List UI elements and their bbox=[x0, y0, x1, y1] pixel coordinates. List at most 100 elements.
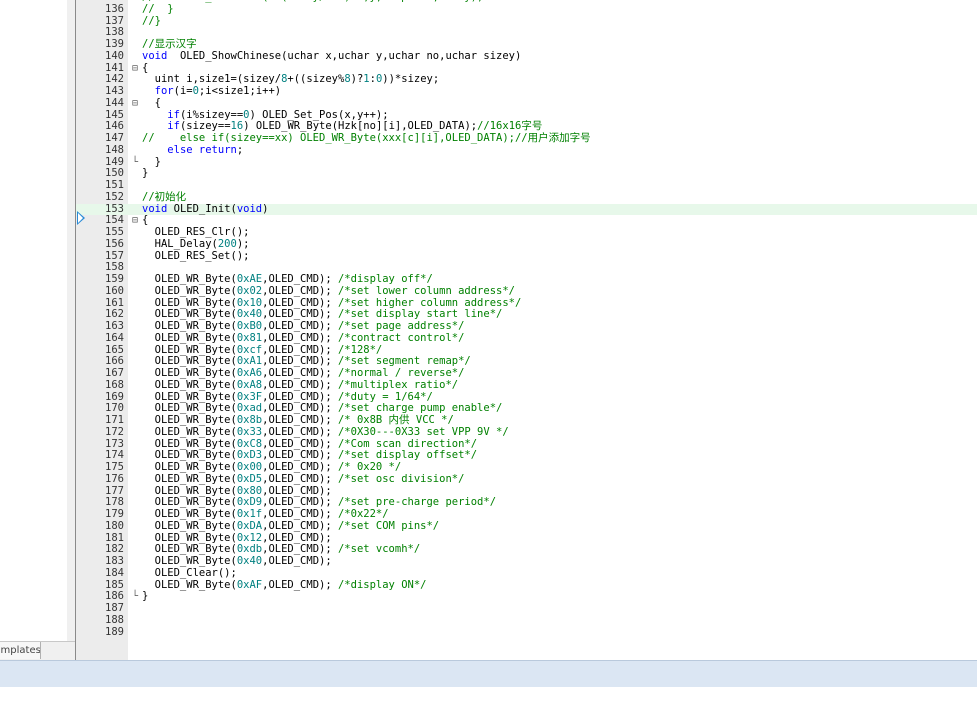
comment-token: /*set segment remap*/ bbox=[337, 355, 471, 368]
line-number: 147 bbox=[105, 132, 124, 144]
code-line[interactable]: 186 └} bbox=[76, 590, 977, 603]
line-number: 175 bbox=[105, 461, 124, 473]
comment-token: // OLED_ShowChar(x+(sizey/2+m)*t,y,temp+… bbox=[142, 0, 483, 3]
comment-token: /*set lower column address*/ bbox=[337, 284, 515, 297]
number-token: 0xcf bbox=[236, 343, 263, 356]
code-token: ; bbox=[236, 143, 244, 156]
code-line[interactable]: 185 OLED_WR_Byte(0xAF,OLED_CMD); /*displ… bbox=[76, 578, 977, 592]
comment-token: // else if(sizey==xx) OLED_WR_Byte(xxx[c… bbox=[142, 132, 591, 144]
code-text[interactable]: //} bbox=[142, 15, 161, 28]
code-token: ,OLED_CMD); bbox=[262, 425, 338, 438]
number-token: 0x81 bbox=[236, 331, 263, 344]
line-number: 140 bbox=[105, 49, 124, 62]
code-token: (i%sizey== bbox=[179, 108, 244, 121]
fold-toggle-icon: └ bbox=[131, 156, 139, 168]
keyword-token: if bbox=[167, 108, 180, 121]
code-lines[interactable]: 135// OLED_ShowChar(x+(sizey/2+m)*t,y,te… bbox=[76, 0, 977, 638]
code-token: OLED_WR_Byte( bbox=[142, 578, 237, 591]
code-token: ,OLED_CMD); bbox=[262, 484, 332, 497]
code-line[interactable]: 149 └ } bbox=[76, 156, 977, 169]
code-line[interactable]: 150} bbox=[76, 167, 977, 180]
code-text[interactable]: for(i=0;i<size1;i++) bbox=[142, 85, 281, 98]
number-token: 0x33 bbox=[236, 425, 263, 438]
number-token: 0xAF bbox=[236, 578, 263, 591]
number-token: 0xD9 bbox=[236, 496, 263, 509]
line-number: 148 bbox=[105, 143, 124, 156]
code-line[interactable]: 153 void OLED_Init(void) bbox=[76, 202, 977, 216]
code-line[interactable]: 188 bbox=[76, 613, 977, 627]
code-token: ,OLED_CMD); bbox=[262, 472, 338, 485]
current-line-arrow-icon bbox=[77, 211, 85, 225]
code-token: OLED_WR_Byte( bbox=[142, 367, 237, 379]
project-panel bbox=[0, 0, 68, 641]
line-number: 188 bbox=[105, 613, 124, 626]
tab-templates-label: Templates bbox=[0, 645, 41, 656]
code-token: ,OLED_CMD); bbox=[262, 367, 338, 379]
code-text[interactable]: OLED_RES_Set(); bbox=[142, 249, 250, 263]
code-token: ,OLED_CMD); bbox=[262, 390, 338, 403]
tab-templates[interactable]: Templates bbox=[0, 642, 41, 659]
comment-token: /*set display start line*/ bbox=[337, 308, 503, 321]
code-line[interactable]: 189 bbox=[76, 626, 977, 639]
code-line[interactable]: 136 // } bbox=[76, 3, 977, 16]
panel-splitter[interactable] bbox=[67, 0, 75, 660]
comment-token: /*display ON*/ bbox=[337, 578, 427, 591]
code-line[interactable]: 138 bbox=[76, 26, 977, 39]
fold-toggle-icon[interactable]: ⊟ bbox=[130, 98, 140, 110]
code-token: OLED_WR_Byte( bbox=[142, 472, 237, 485]
line-number: 139 bbox=[105, 38, 124, 50]
code-editor[interactable]: 135// OLED_ShowChar(x+(sizey/2+m)*t,y,te… bbox=[75, 0, 977, 660]
code-line[interactable]: 137//} bbox=[76, 15, 977, 28]
number-token: 200 bbox=[217, 237, 237, 250]
number-token: 0xA8 bbox=[236, 378, 263, 391]
line-number: 151 bbox=[105, 179, 124, 191]
number-token: 0xA6 bbox=[236, 367, 263, 379]
code-token: OLED_Init( bbox=[167, 202, 237, 215]
code-line[interactable]: 151 bbox=[76, 179, 977, 192]
number-token: 0xB0 bbox=[236, 320, 263, 332]
fold-toggle-icon[interactable]: ⊟ bbox=[130, 63, 140, 75]
number-token: 0xdb bbox=[236, 543, 263, 556]
code-line[interactable]: 140 void OLED_ShowChinese(uchar x,uchar y… bbox=[76, 49, 977, 63]
code-line[interactable]: 157 OLED_RES_Set(); bbox=[76, 249, 977, 263]
keyword-token: void bbox=[142, 49, 168, 62]
code-token: ,OLED_CMD); bbox=[262, 284, 338, 297]
footer-area bbox=[0, 687, 977, 717]
code-text[interactable]: } bbox=[142, 167, 148, 180]
line-number: 144 bbox=[105, 96, 124, 109]
line-number: 155 bbox=[105, 226, 124, 238]
code-token: OLED_WR_Byte( bbox=[142, 484, 237, 497]
number-token: 0x02 bbox=[236, 284, 263, 297]
keyword-token: for bbox=[154, 85, 174, 97]
code-token: OLED_WR_Byte( bbox=[142, 425, 237, 438]
code-text[interactable]: void OLED_Init(void) bbox=[142, 202, 268, 216]
number-token: 0xC8 bbox=[236, 437, 263, 450]
code-token: ,OLED_CMD); bbox=[262, 308, 338, 321]
code-token: OLED_WR_Byte( bbox=[142, 284, 237, 297]
code-token: OLED_WR_Byte( bbox=[142, 308, 237, 321]
code-token: ) OLED_WR_Byte(Hzk[no][i],OLED_DATA); bbox=[243, 120, 478, 133]
code-token: OLED_WR_Byte( bbox=[142, 273, 237, 285]
code-token: ,OLED_CMD); bbox=[262, 519, 338, 532]
line-number: 176 bbox=[105, 472, 124, 485]
fold-toggle-icon[interactable]: ⊟ bbox=[130, 215, 140, 227]
code-text[interactable]: void OLED_ShowChinese(uchar x,uchar y,uc… bbox=[142, 49, 521, 63]
code-token: { bbox=[142, 61, 149, 74]
line-number: 163 bbox=[105, 320, 124, 332]
code-token: ))*sizey; bbox=[382, 73, 440, 86]
code-token: OLED_WR_Byte( bbox=[142, 390, 237, 403]
line-number: 159 bbox=[105, 273, 124, 285]
line-number: 183 bbox=[105, 555, 124, 567]
code-token: ,OLED_CMD); bbox=[262, 531, 332, 544]
code-text[interactable]: } bbox=[142, 590, 148, 603]
code-line[interactable]: 143 for(i=0;i<size1;i++) bbox=[76, 85, 977, 98]
line-number: 152 bbox=[105, 190, 124, 203]
code-token: OLED_RES_Set(); bbox=[142, 249, 250, 262]
code-line[interactable]: 187 bbox=[76, 602, 977, 615]
code-line[interactable]: 148 else return; bbox=[76, 143, 977, 157]
line-number: 168 bbox=[105, 378, 124, 391]
number-token: 0x8b bbox=[236, 414, 263, 426]
code-text[interactable]: OLED_WR_Byte(0xAF,OLED_CMD); /*display O… bbox=[142, 578, 427, 592]
